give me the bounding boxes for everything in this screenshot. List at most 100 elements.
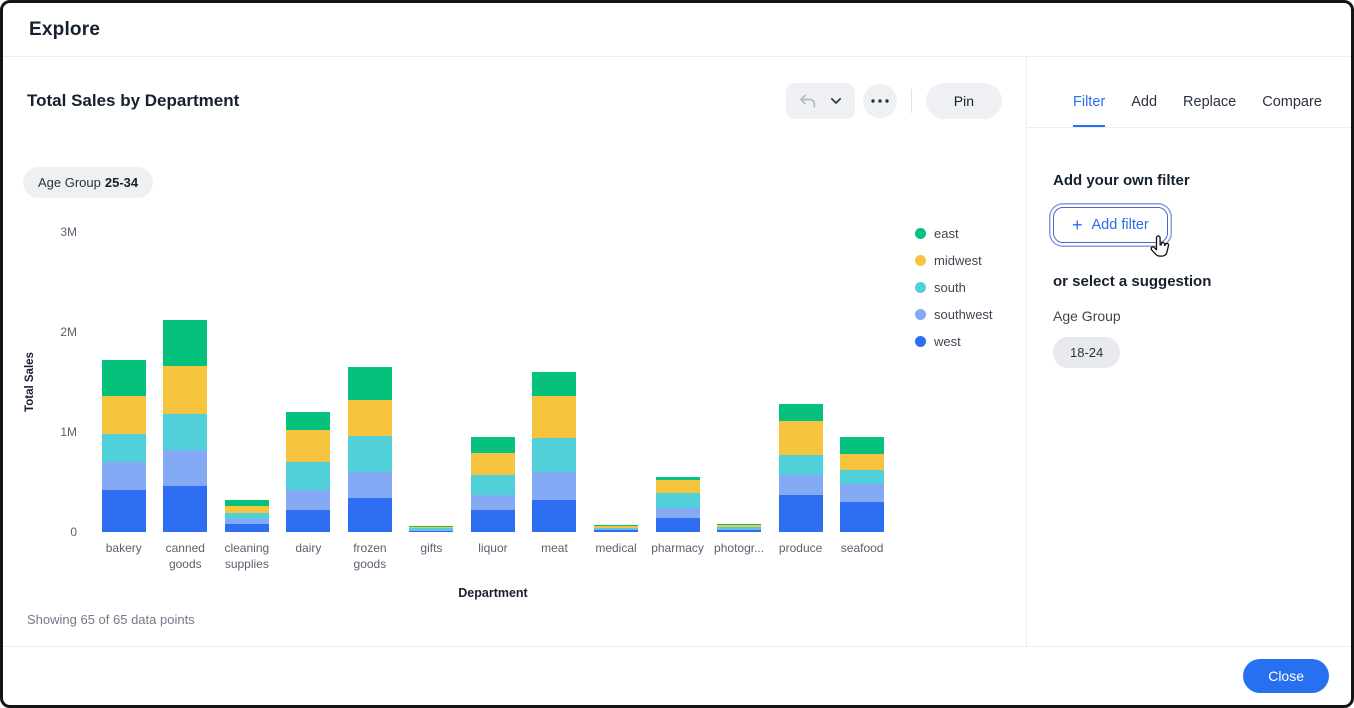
- bar-segment-south[interactable]: [532, 438, 576, 472]
- x-tick-label: bakery: [93, 541, 155, 572]
- bar-segment-southwest[interactable]: [656, 508, 700, 518]
- legend-item-east[interactable]: east: [915, 226, 993, 241]
- stacked-bar-cleaning-supplies[interactable]: [225, 500, 269, 532]
- hand-cursor-icon: [1149, 235, 1170, 259]
- filter-chip-value: 25-34: [105, 175, 138, 190]
- bar-segment-midwest[interactable]: [102, 396, 146, 434]
- bar-segment-west[interactable]: [348, 498, 392, 532]
- bar-segment-southwest[interactable]: [471, 495, 515, 510]
- bar-segment-east[interactable]: [286, 412, 330, 430]
- stacked-bar-gifts[interactable]: [409, 526, 453, 532]
- bar-segment-south[interactable]: [102, 434, 146, 462]
- chevron-down-icon[interactable]: [829, 94, 843, 108]
- bar-segment-south[interactable]: [471, 475, 515, 495]
- own-filter-heading: Add your own filter: [1053, 172, 1325, 189]
- bar-segment-west[interactable]: [656, 518, 700, 532]
- main-content: Total Sales by Department: [3, 57, 1351, 646]
- bar-segment-south[interactable]: [656, 493, 700, 508]
- stacked-bar-liquor[interactable]: [471, 437, 515, 532]
- x-tick-label: medical: [585, 541, 647, 572]
- bar-segment-midwest[interactable]: [471, 453, 515, 475]
- bar-segment-east[interactable]: [163, 320, 207, 366]
- legend-item-south[interactable]: south: [915, 280, 993, 295]
- bar-segment-midwest[interactable]: [348, 400, 392, 436]
- bar-segment-west[interactable]: [409, 531, 453, 532]
- stacked-bar-dairy[interactable]: [286, 412, 330, 532]
- page-title: Explore: [29, 19, 100, 41]
- bar-segment-southwest[interactable]: [163, 450, 207, 486]
- bar-segment-southwest[interactable]: [286, 490, 330, 510]
- more-options-button[interactable]: [863, 84, 897, 118]
- legend-dot: [915, 282, 926, 293]
- stacked-bar-meat[interactable]: [532, 372, 576, 532]
- undo-icon[interactable]: [798, 93, 817, 110]
- bar-column: [585, 232, 647, 532]
- legend-item-west[interactable]: west: [915, 334, 993, 349]
- y-axis-ticks: 3M2M1M0: [39, 232, 77, 532]
- bar-segment-south[interactable]: [779, 455, 823, 475]
- bar-segment-west[interactable]: [471, 510, 515, 532]
- bar-segment-south[interactable]: [163, 414, 207, 450]
- stacked-bar-produce[interactable]: [779, 404, 823, 532]
- bar-segment-midwest[interactable]: [225, 506, 269, 513]
- suggestion-chip[interactable]: 18-24: [1053, 337, 1120, 368]
- bar-segment-west[interactable]: [594, 530, 638, 532]
- legend-label: west: [934, 334, 961, 349]
- stacked-bar-bakery[interactable]: [102, 360, 146, 532]
- bar-segment-west[interactable]: [102, 490, 146, 532]
- bar-segment-midwest[interactable]: [532, 396, 576, 438]
- stacked-bar-canned-goods[interactable]: [163, 320, 207, 532]
- tab-compare[interactable]: Compare: [1262, 79, 1322, 127]
- bar-segment-midwest[interactable]: [286, 430, 330, 462]
- stacked-bar-seafood[interactable]: [840, 437, 884, 532]
- stacked-bar-pharmacy[interactable]: [656, 477, 700, 532]
- bar-segment-east[interactable]: [102, 360, 146, 396]
- bar-segment-south[interactable]: [286, 462, 330, 490]
- bar-segment-south[interactable]: [840, 470, 884, 484]
- visualization-area: Total Sales by Department: [3, 57, 1026, 646]
- tab-filter[interactable]: Filter: [1073, 79, 1105, 127]
- legend-item-midwest[interactable]: midwest: [915, 253, 993, 268]
- bar-segment-east[interactable]: [532, 372, 576, 396]
- close-button[interactable]: Close: [1243, 659, 1329, 693]
- bar-segment-west[interactable]: [286, 510, 330, 532]
- bar-segment-west[interactable]: [717, 530, 761, 532]
- bar-segment-southwest[interactable]: [102, 462, 146, 490]
- legend-label: east: [934, 226, 959, 241]
- stacked-bar-frozen-goods[interactable]: [348, 367, 392, 532]
- x-axis-title: Department: [93, 586, 893, 600]
- bar-segment-southwest[interactable]: [348, 472, 392, 498]
- bar-segment-midwest[interactable]: [656, 480, 700, 493]
- bar-column: [462, 232, 524, 532]
- bar-segment-east[interactable]: [840, 437, 884, 454]
- bar-segment-west[interactable]: [163, 486, 207, 532]
- bar-segment-midwest[interactable]: [163, 366, 207, 414]
- age-group-filter-chip[interactable]: Age Group25-34: [23, 167, 153, 198]
- bar-segment-west[interactable]: [779, 495, 823, 532]
- bar-segment-east[interactable]: [471, 437, 515, 453]
- bar-segment-east[interactable]: [779, 404, 823, 421]
- bar-segment-midwest[interactable]: [779, 421, 823, 455]
- bar-column: [155, 232, 217, 532]
- data-points-status: Showing 65 of 65 data points: [27, 612, 1026, 627]
- bar-segment-midwest[interactable]: [840, 454, 884, 470]
- stacked-bar-photogr-[interactable]: [717, 524, 761, 532]
- bar-segment-southwest[interactable]: [779, 475, 823, 495]
- pin-button[interactable]: Pin: [926, 83, 1002, 119]
- bar-segment-west[interactable]: [840, 502, 884, 532]
- x-tick-label: cleaning supplies: [216, 541, 278, 572]
- tab-replace[interactable]: Replace: [1183, 79, 1236, 127]
- bar-segment-south[interactable]: [348, 436, 392, 472]
- bar-segment-southwest[interactable]: [840, 484, 884, 502]
- bar-segment-southwest[interactable]: [532, 472, 576, 500]
- bar-segment-east[interactable]: [348, 367, 392, 400]
- undo-menu-control[interactable]: [786, 83, 855, 119]
- bar-segment-west[interactable]: [225, 524, 269, 532]
- tab-add[interactable]: Add: [1131, 79, 1157, 127]
- legend-item-southwest[interactable]: southwest: [915, 307, 993, 322]
- legend-label: south: [934, 280, 966, 295]
- stacked-bar-medical[interactable]: [594, 525, 638, 532]
- legend-dot: [915, 336, 926, 347]
- right-panel: Filter Add Replace Compare Add your own fil…: [1026, 57, 1351, 646]
- bar-segment-west[interactable]: [532, 500, 576, 532]
